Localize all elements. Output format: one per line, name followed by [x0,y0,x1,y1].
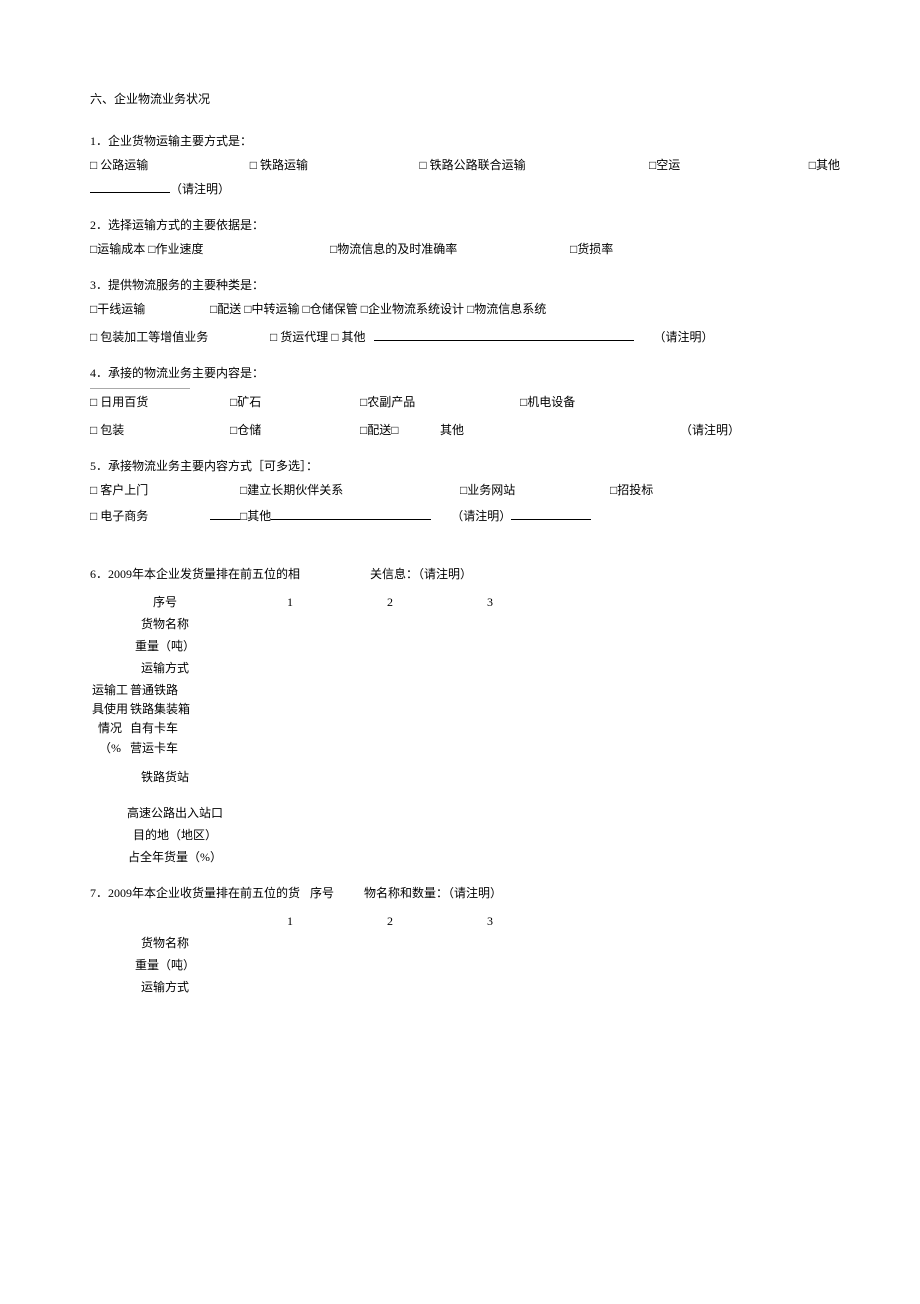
q7-row-name: 货物名称 [90,934,240,952]
q6-tool-op: 营运卡车 [130,739,190,758]
q1-opt-combined[interactable]: □ 铁路公路联合运输 [419,156,649,174]
q1-opt-air[interactable]: □空运 [649,156,809,174]
q3-opt-agent-other[interactable]: □ 货运代理 □ 其他 [270,328,366,346]
q3-other-blank[interactable] [374,328,634,341]
q6-col-2: 2 [340,593,440,611]
q1: 1．企业货物运输主要方式是： □ 公路运输 □ 铁路运输 □ 铁路公路联合运输 … [90,132,840,198]
q7-col-1: 1 [240,912,340,930]
q7: 7．2009年本企业收货量排在前五位的货 序号 物名称和数量：（请注明） 1 2… [90,884,840,996]
q4-opt-daily[interactable]: □ 日用百货 [90,393,230,411]
q5: 5．承接物流业务主要内容方式［可多选］： □ 客户上门 □建立长期伙伴关系 □业… [90,457,840,525]
q6-col-1: 1 [240,593,340,611]
q1-note: （请注明） [170,180,230,198]
q4-title: 4．承接的物流业务主要内容是： [90,364,840,382]
q4-opt-deliver[interactable]: □配送□ [360,421,440,439]
q4: 4．承接的物流业务主要内容是： □ 日用百货 □矿石 □农副产品 □机电设备 □… [90,364,840,439]
q5-opt-visit[interactable]: □ 客户上门 [90,481,240,499]
q4-note: （请注明） [680,421,740,439]
q6-row-exit: 高速公路出入站口 [90,804,260,822]
q2-opt-info[interactable]: □物流信息的及时准确率 [330,240,570,258]
q4-opt-pack[interactable]: □ 包装 [90,421,230,439]
q3-title: 3．提供物流服务的主要种类是： [90,276,840,294]
q6-tool-group: 运输工具使用情况（% [90,681,130,758]
q5-blank1[interactable] [210,507,240,520]
q3-opt-valueadd[interactable]: □ 包装加工等增值业务 [90,328,270,346]
q5-opt-site[interactable]: □业务网站 [460,481,610,499]
q4-opt-agri[interactable]: □农副产品 [360,393,520,411]
q6-row-name: 货物名称 [90,615,240,633]
q6-row-station: 铁路货站 [90,768,240,786]
q4-opt-store[interactable]: □仓储 [230,421,360,439]
q1-title: 1．企业货物运输主要方式是： [90,132,840,150]
q2-title: 2．选择运输方式的主要依据是： [90,216,840,234]
q7-intro-right: 物名称和数量：（请注明） [364,884,502,902]
q6: 6．2009年本企业发货量排在前五位的相 关信息：（请注明） 序号 1 2 3 … [90,565,840,866]
q5-note: （请注明） [451,507,511,525]
q5-blank2[interactable] [271,507,431,520]
q4-opt-ore[interactable]: □矿石 [230,393,360,411]
q2-opt-cost-speed[interactable]: □运输成本 □作业速度 [90,240,330,258]
q6-row-pct: 占全年货量（%） [90,848,260,866]
q7-hdr-label: 序号 [310,884,334,902]
q6-tool-rail: 普通铁路 [130,681,190,700]
q5-title: 5．承接物流业务主要内容方式［可多选］： [90,457,840,475]
section-title: 六、企业物流业务状况 [90,90,840,108]
q1-opt-road[interactable]: □ 公路运输 [90,156,250,174]
q6-row-dest: 目的地（地区） [90,826,260,844]
q6-col-3: 3 [440,593,540,611]
q1-opt-other[interactable]: □其他 [809,156,840,174]
q6-intro-right: 关信息：（请注明） [370,565,472,583]
q5-opt-partner[interactable]: □建立长期伙伴关系 [240,481,460,499]
q4-opt-other[interactable]: 其他 [440,421,680,439]
q6-intro-left: 6．2009年本企业发货量排在前五位的相 [90,565,300,583]
q7-intro-left: 7．2009年本企业收货量排在前五位的货 [90,884,300,902]
q6-tool-own: 自有卡车 [130,719,190,738]
q5-blank3[interactable] [511,507,591,520]
q5-opt-bid[interactable]: □招投标 [610,481,653,499]
q2: 2．选择运输方式的主要依据是： □运输成本 □作业速度 □物流信息的及时准确率 … [90,216,840,258]
q6-row-mode: 运输方式 [90,659,240,677]
q3-note: （请注明） [654,328,714,346]
q2-opt-loss[interactable]: □货损率 [570,240,613,258]
q3-opt-trunk[interactable]: □干线运输 [90,300,210,318]
q1-opt-rail[interactable]: □ 铁路运输 [250,156,420,174]
q5-opt-ecom[interactable]: □ 电子商务 [90,507,210,525]
q4-opt-mech[interactable]: □机电设备 [520,393,575,411]
q5-opt-other[interactable]: □其他 [240,507,271,525]
q6-hdr-label: 序号 [90,593,240,611]
q7-col-3: 3 [440,912,540,930]
q3-opt-multi[interactable]: □配送 □中转运输 □仓储保管 □企业物流系统设计 □物流信息系统 [210,300,546,318]
q6-tool-container: 铁路集装箱 [130,700,190,719]
q7-row-mode: 运输方式 [90,978,240,996]
q3: 3．提供物流服务的主要种类是： □干线运输 □配送 □中转运输 □仓储保管 □企… [90,276,840,346]
q6-row-weight: 重量（吨） [90,637,240,655]
q7-col-2: 2 [340,912,440,930]
q7-row-weight: 重量（吨） [90,956,240,974]
q1-other-blank[interactable] [90,180,170,193]
